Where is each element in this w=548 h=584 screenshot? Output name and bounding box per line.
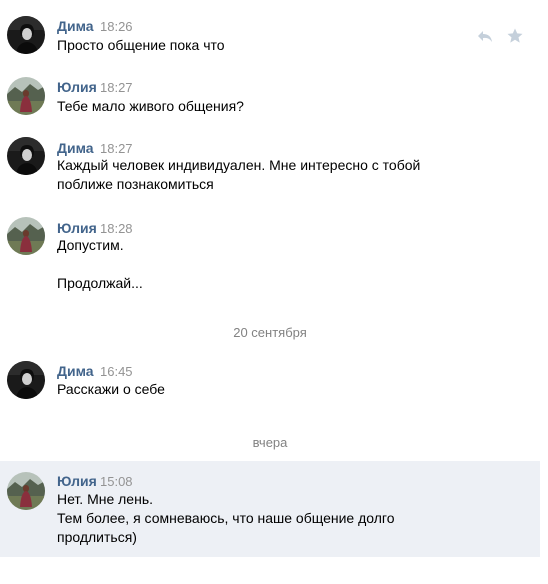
- reply-icon[interactable]: [476, 27, 494, 45]
- message-actions: [476, 27, 526, 45]
- message-time[interactable]: 18:27: [100, 79, 133, 97]
- chat-history: Дима 18:26 Просто общение пока что Юлия …: [0, 0, 548, 584]
- message-author[interactable]: Дима: [57, 139, 94, 157]
- message-author[interactable]: Юлия: [57, 219, 97, 237]
- message-item[interactable]: Дима 16:45 Расскажи о себе: [0, 355, 540, 405]
- message-text: Просто общение пока что: [57, 37, 225, 53]
- message-author[interactable]: Дима: [57, 362, 94, 380]
- date-separator: вчера: [252, 435, 288, 450]
- message-time[interactable]: 15:08: [100, 473, 133, 491]
- message-text: Допустим. Продолжай...: [57, 237, 143, 291]
- message-author[interactable]: Юлия: [57, 78, 97, 96]
- avatar-dima[interactable]: [7, 137, 45, 175]
- message-text: Каждый человек индивидуален. Мне интерес…: [57, 157, 421, 192]
- message-text: Расскажи о себе: [57, 381, 165, 397]
- avatar-yulia[interactable]: [7, 217, 45, 255]
- star-icon[interactable]: [506, 27, 524, 45]
- message-item[interactable]: Дима 18:26 Просто общение пока что: [0, 10, 540, 60]
- avatar-dima[interactable]: [7, 16, 45, 54]
- avatar-dima[interactable]: [7, 361, 45, 399]
- message-time[interactable]: 18:26: [100, 18, 133, 36]
- message-item-selected[interactable]: Юлия 15:08 Нет. Мне лень. Тем более, я с…: [0, 461, 540, 557]
- message-text: Нет. Мне лень. Тем более, я сомневаюсь, …: [57, 491, 395, 545]
- avatar-yulia[interactable]: [7, 472, 45, 510]
- message-item[interactable]: Дима 18:27 Каждый человек индивидуален. …: [0, 131, 540, 201]
- message-author[interactable]: Юлия: [57, 472, 97, 490]
- message-author[interactable]: Дима: [57, 17, 94, 35]
- date-separator: 20 сентября: [233, 325, 307, 340]
- message-item[interactable]: Юлия 18:28 Допустим. Продолжай...: [0, 211, 540, 297]
- message-text: Тебе мало живого общения?: [57, 98, 244, 114]
- avatar-yulia[interactable]: [7, 77, 45, 115]
- message-item[interactable]: Юлия 18:27 Тебе мало живого общения?: [0, 71, 540, 121]
- message-time[interactable]: 16:45: [100, 363, 133, 381]
